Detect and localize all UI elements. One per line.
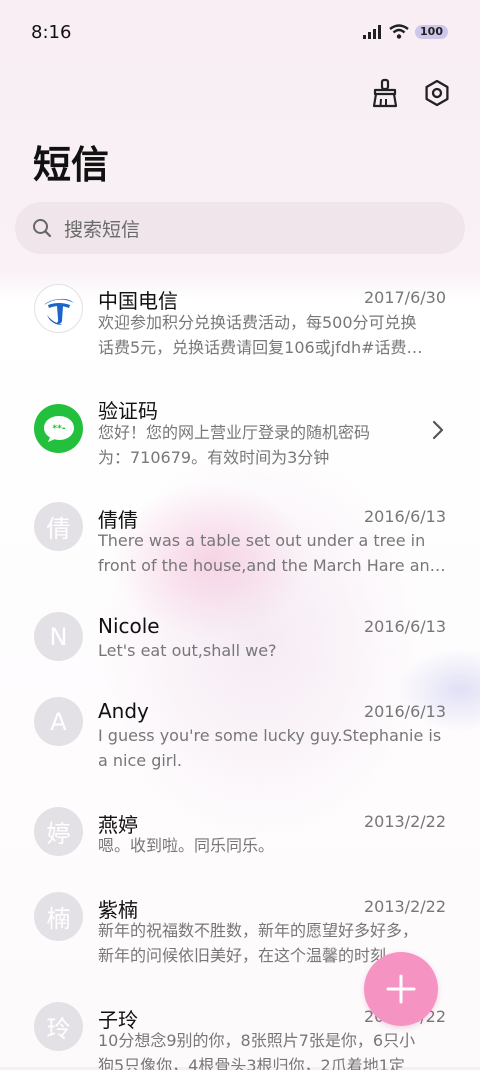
conversation-preview: 欢迎参加积分兑换话费活动，每500分可兑换 话费5元，兑换话费请回复106或jf… <box>98 310 444 360</box>
svg-text:**-: **- <box>52 424 65 434</box>
preview-line: front of the house,and the March Hare an… <box>98 556 444 575</box>
avatar: 婷 <box>34 807 83 856</box>
conversation-date: 2016/6/13 <box>363 507 446 526</box>
conversation-name: Andy <box>98 699 149 723</box>
conversation-name: Nicole <box>98 614 160 638</box>
battery-indicator: 100 <box>415 24 448 39</box>
avatar: N <box>34 612 83 661</box>
chat-bubble-icon: **- <box>43 415 74 442</box>
status-icons: 100 <box>363 24 448 39</box>
clean-button[interactable] <box>370 78 400 108</box>
conversation-item[interactable]: N Nicole 2016/6/13 Let's eat out,shall w… <box>0 600 480 680</box>
top-actions <box>370 78 452 108</box>
preview-line: 为：710679。有效时间为3分钟 <box>98 448 330 467</box>
preview-line: Let's eat out,shall we? <box>98 641 277 660</box>
preview-line: 嗯。收到啦。同乐同乐。 <box>98 836 275 855</box>
preview-line: There was a table set out under a tree i… <box>98 531 426 550</box>
conversation-item[interactable]: 中国电信 2017/6/30 欢迎参加积分兑换话费活动，每500分可兑换 话费5… <box>0 270 480 375</box>
message-app-avatar: **- <box>34 404 83 453</box>
conversation-date: 2013/2/22 <box>363 812 446 831</box>
conversation-preview: Let's eat out,shall we? <box>98 638 444 663</box>
preview-line: 新年的祝福数不胜数，新年的愿望好多好多， <box>98 921 419 940</box>
preview-line: I guess you're some lucky guy.Stephanie … <box>98 726 442 745</box>
conversation-preview: 嗯。收到啦。同乐同乐。 <box>98 833 444 858</box>
preview-line: 话费5元，兑换话费请回复106或jfdh#话费… <box>98 338 423 357</box>
china-telecom-logo-avatar <box>34 284 83 333</box>
conversation-item[interactable]: 婷 燕婷 2013/2/22 嗯。收到啦。同乐同乐。 <box>0 795 480 875</box>
conversation-date: 2016/6/13 <box>363 617 446 636</box>
compose-button[interactable] <box>364 952 438 1026</box>
conversation-item[interactable]: A Andy 2016/6/13 I guess you're some luc… <box>0 685 480 790</box>
page-title: 短信 <box>33 143 110 187</box>
conversation-date: 2017/6/30 <box>363 288 446 307</box>
conversation-date: 2013/2/22 <box>363 897 446 916</box>
conversation-item[interactable]: **- 验证码 您好！您的网上营业厅登录的随机密码 为：710679。有效时间为… <box>0 380 480 485</box>
china-telecom-logo-icon <box>43 298 74 325</box>
search-placeholder: 搜索短信 <box>64 218 141 241</box>
preview-line: 10分想念9别的你，8张照片7张是你，6只小 <box>98 1031 416 1050</box>
settings-icon <box>425 79 449 107</box>
preview-line: 欢迎参加积分兑换话费活动，每500分可兑换 <box>98 313 417 332</box>
conversation-preview: There was a table set out under a tree i… <box>98 528 444 578</box>
avatar: A <box>34 697 83 746</box>
plus-icon <box>386 974 416 1004</box>
preview-line: a nice girl. <box>98 751 182 770</box>
status-time: 8:16 <box>31 22 72 43</box>
conversation-item[interactable]: 倩 倩倩 2016/6/13 There was a table set out… <box>0 490 480 595</box>
broom-icon <box>372 78 398 108</box>
avatar: 倩 <box>34 502 83 551</box>
signal-icon <box>363 24 382 39</box>
conversation-preview: I guess you're some lucky guy.Stephanie … <box>98 723 444 773</box>
wifi-icon <box>389 24 409 39</box>
preview-line: 狗5只像你，4根骨头3根归你，2爪着地1定 <box>98 1056 405 1070</box>
chevron-right-icon <box>432 420 444 440</box>
status-bar: 8:16 100 <box>0 0 480 68</box>
avatar: 楠 <box>34 892 83 941</box>
conversation-preview: 您好！您的网上营业厅登录的随机密码 为：710679。有效时间为3分钟 <box>98 420 444 470</box>
preview-line: 您好！您的网上营业厅登录的随机密码 <box>98 423 371 442</box>
conversation-preview: 10分想念9别的你，8张照片7张是你，6只小 狗5只像你，4根骨头3根归你，2爪… <box>98 1028 444 1070</box>
avatar: 玲 <box>34 1002 83 1051</box>
search-icon <box>33 219 52 238</box>
search-input[interactable]: 搜索短信 <box>15 202 465 254</box>
settings-button[interactable] <box>422 78 452 108</box>
conversation-date: 2016/6/13 <box>363 702 446 721</box>
